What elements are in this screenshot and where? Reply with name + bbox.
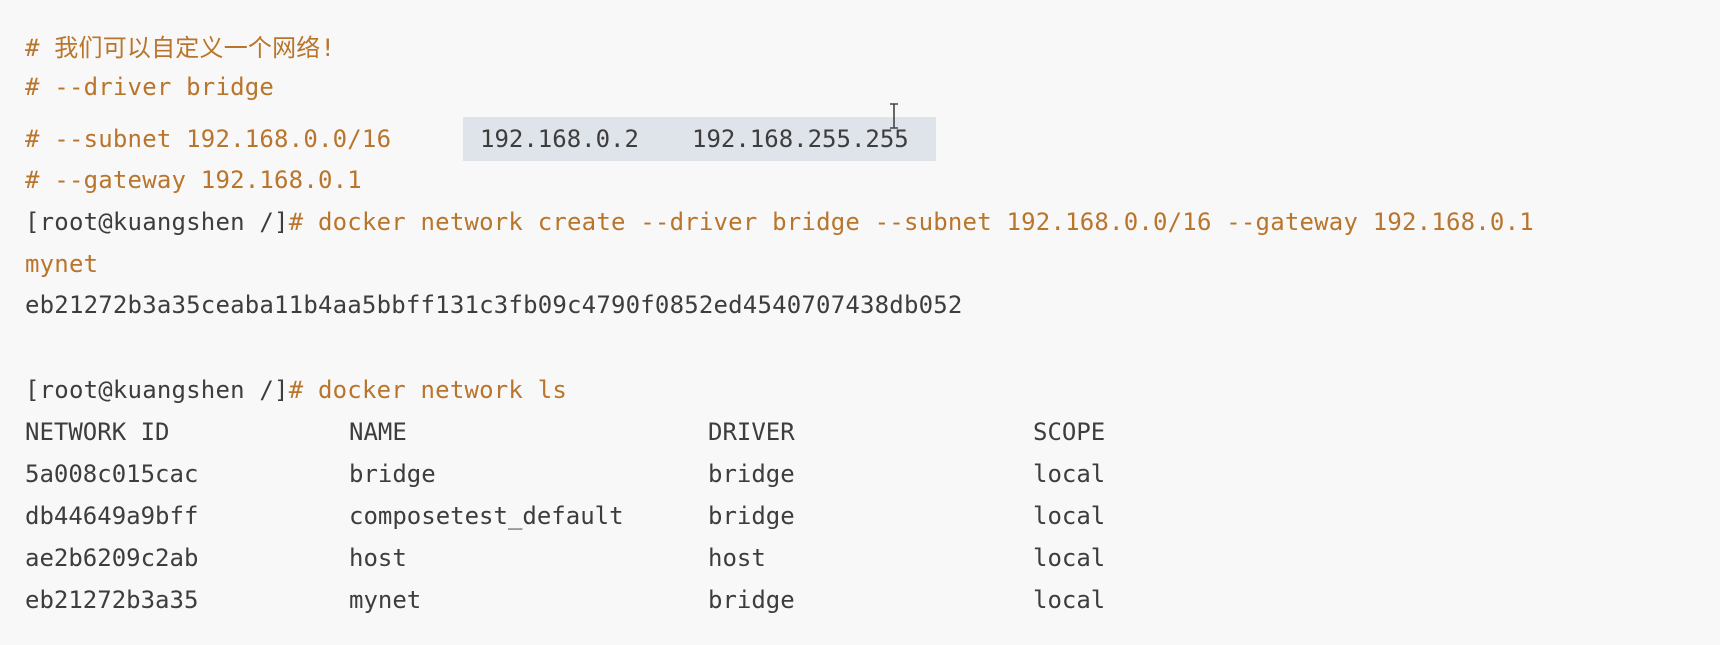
row-3-driver: host bbox=[708, 544, 766, 572]
shell-prompt: [root@kuangshen /] bbox=[25, 208, 289, 236]
create-command-line: [root@kuangshen /]# docker network creat… bbox=[25, 202, 1534, 242]
shell-prompt: [root@kuangshen /] bbox=[25, 376, 289, 404]
comment-line-4: # --gateway 192.168.0.1 bbox=[25, 166, 362, 194]
terminal-code-block: # 我们可以自定义一个网络! # --driver bridge # --sub… bbox=[0, 0, 1720, 645]
text-cursor-icon bbox=[890, 103, 898, 129]
highlight-ip-start: 192.168.0.2 bbox=[480, 125, 639, 153]
row-1-name: bridge bbox=[349, 460, 436, 488]
row-4-scope: local bbox=[1033, 586, 1106, 614]
row-2-driver: bridge bbox=[708, 502, 795, 530]
ls-command-line: [root@kuangshen /]# docker network ls bbox=[25, 370, 567, 410]
row-2-scope: local bbox=[1033, 502, 1106, 530]
row-1-network-id: 5a008c015cac bbox=[25, 460, 199, 488]
comment-line-1: # 我们可以自定义一个网络! bbox=[25, 34, 336, 62]
comment-line-3: # --subnet 192.168.0.0/16 bbox=[25, 125, 392, 153]
prompt-hash: # bbox=[288, 376, 304, 404]
header-driver: DRIVER bbox=[708, 418, 795, 446]
comment-line-2: # --driver bridge bbox=[25, 73, 275, 101]
header-scope: SCOPE bbox=[1033, 418, 1106, 446]
create-command: docker network create --driver bridge --… bbox=[303, 208, 1534, 236]
row-4-driver: bridge bbox=[708, 586, 795, 614]
row-2-name: composetest_default bbox=[349, 502, 624, 530]
row-2-network-id: db44649a9bff bbox=[25, 502, 199, 530]
row-1-driver: bridge bbox=[708, 460, 795, 488]
create-command-continuation: mynet bbox=[25, 250, 99, 278]
create-output-id: eb21272b3a35ceaba11b4aa5bbff131c3fb09c47… bbox=[25, 291, 963, 319]
header-name: NAME bbox=[349, 418, 407, 446]
row-4-network-id: eb21272b3a35 bbox=[25, 586, 199, 614]
header-network-id: NETWORK ID bbox=[25, 418, 170, 446]
ls-command: docker network ls bbox=[303, 376, 568, 404]
row-3-scope: local bbox=[1033, 544, 1106, 572]
row-1-scope: local bbox=[1033, 460, 1106, 488]
row-4-name: mynet bbox=[349, 586, 422, 614]
highlight-ip-end: 192.168.255.255 bbox=[692, 125, 909, 153]
row-3-name: host bbox=[349, 544, 407, 572]
row-3-network-id: ae2b6209c2ab bbox=[25, 544, 199, 572]
prompt-hash: # bbox=[288, 208, 304, 236]
